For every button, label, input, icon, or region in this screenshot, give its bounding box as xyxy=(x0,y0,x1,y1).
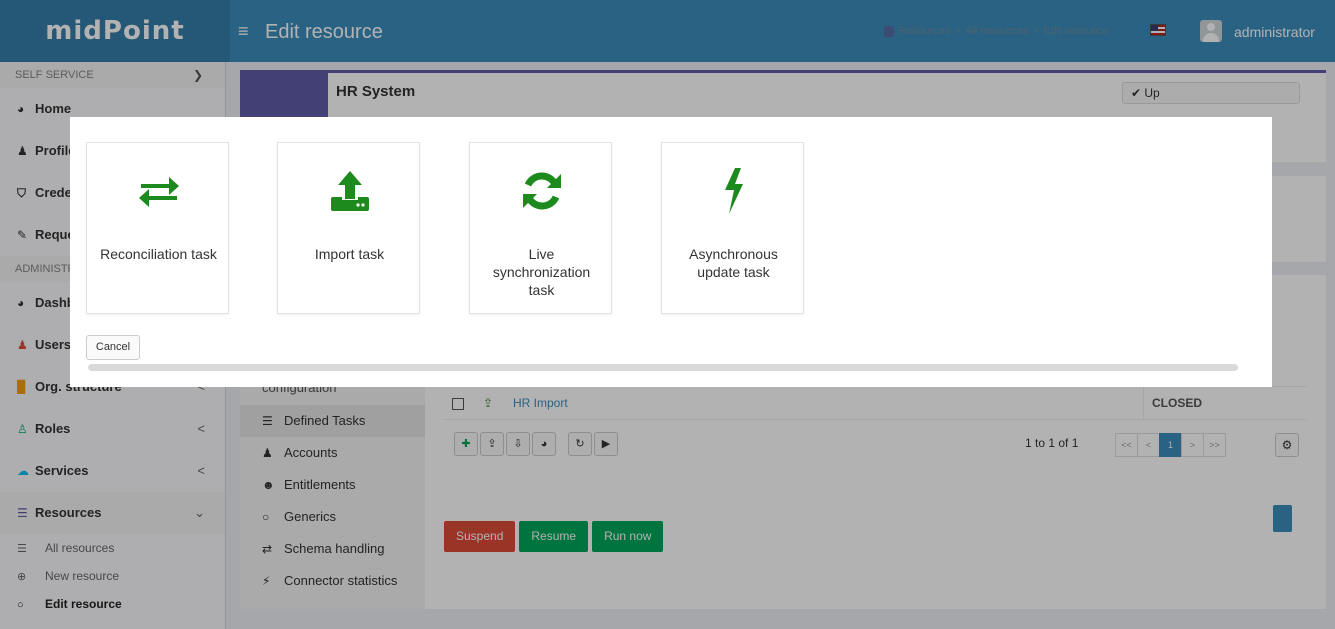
new-task-modal: Reconciliation task Import task Live syn… xyxy=(70,117,1272,387)
live-sync-task-card[interactable]: Live synchronization task xyxy=(469,142,612,314)
async-update-task-card[interactable]: Asynchronous update task xyxy=(661,142,804,314)
card-label: Import task xyxy=(314,246,385,262)
cancel-button[interactable]: Cancel xyxy=(86,335,140,360)
exchange-icon xyxy=(87,169,230,213)
refresh-icon xyxy=(470,169,613,213)
upload-icon xyxy=(278,169,421,213)
card-label: Live synchronization task xyxy=(492,246,591,298)
horizontal-scrollbar[interactable] xyxy=(88,364,1238,371)
bolt-icon xyxy=(662,168,805,214)
reconciliation-task-card[interactable]: Reconciliation task xyxy=(86,142,229,314)
import-task-card[interactable]: Import task xyxy=(277,142,420,314)
card-label: Asynchronous update task xyxy=(689,246,778,280)
card-label: Reconciliation task xyxy=(100,246,217,262)
